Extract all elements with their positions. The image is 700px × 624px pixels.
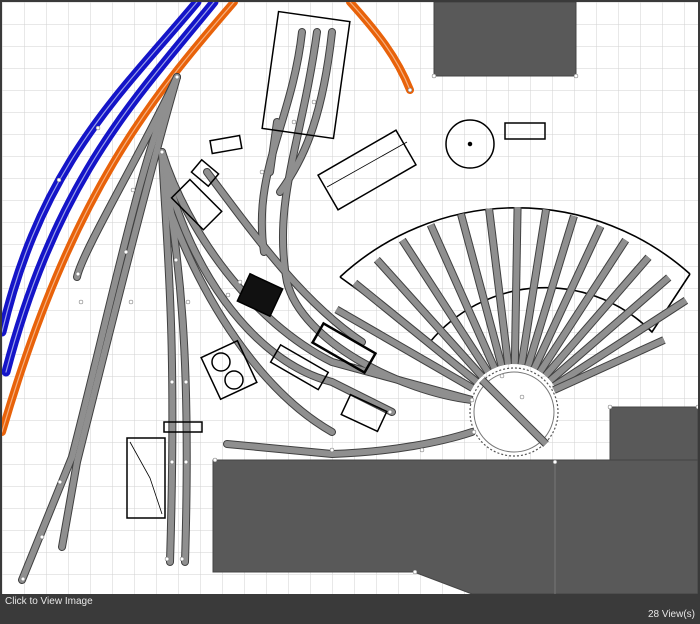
turntable	[469, 367, 559, 457]
track-node	[607, 404, 613, 410]
building-right-lower	[609, 406, 698, 466]
track-node	[387, 409, 393, 415]
track-node	[128, 299, 134, 305]
track-node	[431, 73, 437, 79]
track-node	[552, 459, 558, 465]
view-count: 28 View(s)	[647, 609, 695, 620]
track-node	[519, 394, 525, 400]
track-node	[311, 99, 317, 105]
track-node	[499, 373, 505, 379]
track-node	[20, 576, 26, 582]
building-top-right	[433, 2, 577, 77]
water-tank-center	[467, 141, 473, 147]
stall-track	[511, 206, 521, 365]
click-to-view-caption[interactable]: Click to View Image	[5, 596, 93, 607]
track-node	[159, 149, 165, 155]
track-node	[174, 74, 180, 80]
track-node	[225, 292, 231, 298]
track-node	[412, 569, 418, 575]
track-node	[56, 177, 62, 183]
track-plan-image[interactable]	[2, 2, 698, 594]
track-node	[183, 459, 189, 465]
track-node	[39, 534, 45, 540]
track-node	[57, 479, 63, 485]
track-node	[695, 404, 698, 410]
track-node	[407, 87, 413, 93]
track-node	[419, 447, 425, 453]
track-node	[164, 556, 170, 562]
track-node	[237, 279, 243, 285]
track-node	[329, 447, 335, 453]
track-node	[123, 249, 129, 255]
track-node	[179, 556, 185, 562]
track-node	[291, 119, 297, 125]
track-node	[78, 299, 84, 305]
track-node	[259, 169, 265, 175]
track-node	[212, 457, 218, 463]
track-node	[75, 271, 81, 277]
track-node	[185, 299, 191, 305]
track-node	[169, 379, 175, 385]
track-node	[95, 125, 101, 131]
track-node	[183, 379, 189, 385]
track-node	[471, 429, 477, 435]
track-node	[173, 257, 179, 263]
track-node	[469, 397, 475, 403]
track-node	[573, 73, 579, 79]
caption-bar: Click to View Image 28 View(s)	[0, 594, 700, 624]
track-node	[169, 459, 175, 465]
track-node	[130, 187, 136, 193]
image-viewer: Click to View Image 28 View(s)	[0, 0, 700, 624]
